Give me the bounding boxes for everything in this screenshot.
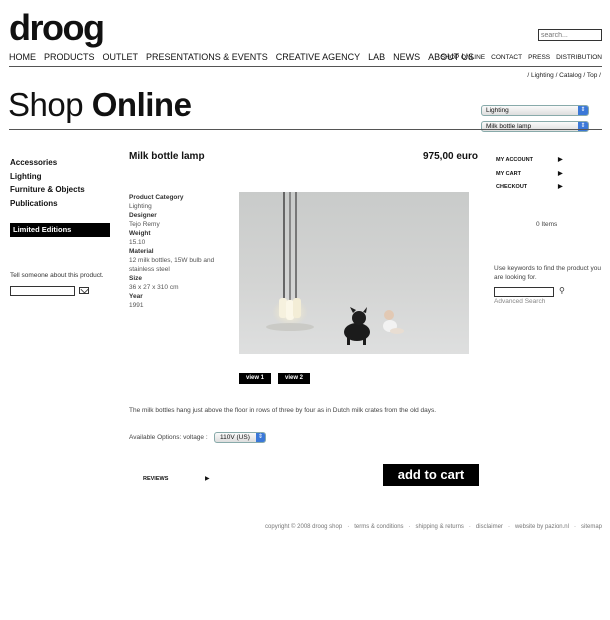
my-account-link[interactable]: MY ACCOUNT ▶ — [496, 154, 566, 168]
footer-separator: · — [347, 524, 350, 530]
page-title-bold: Online — [91, 86, 192, 123]
spec-label: Year — [129, 293, 143, 300]
tell-a-friend-label: Tell someone about this product. — [10, 272, 104, 279]
product-price: 975,00 euro — [423, 151, 479, 162]
nav-distribution[interactable]: DISTRIBUTION — [556, 54, 602, 61]
footer-copyright: copyright © 2008 droog shop — [265, 524, 343, 530]
category-furniture-objects[interactable]: Furniture & Objects — [10, 183, 85, 197]
product-photo[interactable] — [239, 192, 469, 354]
droog-logo[interactable]: droog — [9, 8, 105, 48]
main-nav: HOME PRODUCTS OUTLET PRESENTATIONS & EVE… — [9, 52, 482, 62]
nav-home[interactable]: HOME — [9, 52, 36, 62]
envelope-icon[interactable] — [79, 287, 89, 294]
spec-label: Size — [129, 275, 143, 282]
triangle-right-icon: ▶ — [558, 184, 563, 190]
category-select[interactable]: Lighting ⇕ — [481, 105, 589, 116]
spec-value: Lighting — [129, 203, 152, 210]
spec-label: Product Category — [129, 194, 184, 201]
nav-contact[interactable]: CONTACT — [491, 54, 522, 61]
nav-news[interactable]: NEWS — [393, 52, 420, 62]
nav-press[interactable]: PRESS — [528, 54, 550, 61]
page-title: Shop Online — [8, 86, 192, 124]
options-label: Available Options: voltage : — [129, 434, 208, 441]
nav-products[interactable]: PRODUCTS — [44, 52, 95, 62]
my-cart-link[interactable]: MY CART ▶ — [496, 168, 566, 182]
triangle-right-icon: ▶ — [558, 170, 563, 177]
spec-value: 12 milk bottles, 15W bulb and stainless … — [129, 257, 215, 273]
nav-creative-agency[interactable]: CREATIVE AGENCY — [276, 52, 360, 62]
search-input[interactable] — [538, 29, 602, 41]
footer-disclaimer-link[interactable]: disclaimer — [476, 524, 503, 530]
triangle-right-icon[interactable]: ▶ — [205, 475, 210, 482]
footer-separator: · — [573, 524, 576, 530]
nav-outlet[interactable]: OUTLET — [103, 52, 139, 62]
search-icon[interactable]: ⚲ — [559, 286, 565, 295]
reviews-toggle[interactable]: REVIEWS — [143, 476, 168, 482]
keyword-search-help: Use keywords to find the product you are… — [494, 265, 601, 281]
milk-bottle-lamp-photo — [266, 192, 404, 345]
my-account-label: MY ACCOUNT — [496, 157, 533, 163]
header-divider — [9, 66, 602, 67]
footer-terms-link[interactable]: terms & conditions — [354, 524, 403, 530]
category-lighting[interactable]: Lighting — [10, 170, 85, 184]
footer-separator: · — [507, 524, 510, 530]
category-nav: Accessories Lighting Furniture & Objects… — [10, 156, 85, 210]
keyword-search-input[interactable] — [494, 287, 554, 297]
voltage-select-value: 110V (US) — [220, 434, 250, 441]
product-specs: Product Category Lighting Designer Tejo … — [129, 193, 229, 310]
footer: copyright © 2008 droog shop · terms & cond… — [265, 524, 602, 530]
breadcrumb-catalog[interactable]: / Catalog — [556, 72, 582, 79]
title-divider — [9, 129, 602, 130]
spec-label: Weight — [129, 230, 151, 237]
category-publications[interactable]: Publications — [10, 197, 85, 211]
select-arrows-icon: ⇕ — [578, 106, 588, 115]
spec-value: 15.10 — [129, 239, 146, 246]
nav-shop-online[interactable]: SHOP ONLINE — [441, 54, 485, 61]
checkout-label: CHECKOUT — [496, 184, 528, 190]
breadcrumb-lighting[interactable]: / Lighting — [527, 72, 553, 79]
advanced-search-link[interactable]: Advanced Search — [494, 298, 545, 305]
page-title-light: Shop — [8, 86, 92, 123]
account-menu: MY ACCOUNT ▶ MY CART ▶ CHECKOUT ▶ — [496, 154, 566, 195]
view-2-button[interactable]: view 2 — [278, 373, 310, 384]
voltage-select[interactable]: 110V (US) ⇕ — [214, 432, 266, 443]
footer-separator: · — [408, 524, 411, 530]
footer-shipping-link[interactable]: shipping & returns — [416, 524, 464, 530]
footer-separator: · — [468, 524, 471, 530]
spec-label: Material — [129, 248, 154, 255]
cart-items-count: 0 Items — [536, 221, 558, 228]
spec-value: 36 x 27 x 310 cm — [129, 284, 179, 291]
add-to-cart-button[interactable]: add to cart — [383, 464, 479, 486]
nav-presentations-events[interactable]: PRESENTATIONS & EVENTS — [146, 52, 268, 62]
checkout-link[interactable]: CHECKOUT ▶ — [496, 181, 566, 195]
secondary-nav: SHOP ONLINE CONTACT PRESS DISTRIBUTION — [435, 54, 602, 61]
product-description: The milk bottles hang just above the flo… — [129, 407, 437, 414]
spec-value: 1991 — [129, 302, 144, 309]
triangle-right-icon: ▶ — [558, 157, 563, 163]
spec-label: Designer — [129, 212, 157, 219]
limited-editions-button[interactable]: Limited Editions — [10, 223, 110, 237]
product-select[interactable]: Milk bottle lamp ⇕ — [481, 121, 589, 132]
breadcrumb: / Lighting / Catalog / Top / — [527, 72, 601, 79]
footer-pazion-link[interactable]: website by pazion.nl — [515, 524, 569, 530]
category-select-value: Lighting — [486, 107, 509, 114]
view-1-button[interactable]: view 1 — [239, 373, 271, 384]
nav-lab[interactable]: LAB — [368, 52, 385, 62]
category-accessories[interactable]: Accessories — [10, 156, 85, 170]
breadcrumb-top[interactable]: / Top / — [583, 72, 601, 79]
spec-value: Tejo Remy — [129, 221, 160, 228]
product-name: Milk bottle lamp — [129, 151, 205, 162]
select-arrows-icon: ⇕ — [256, 433, 265, 442]
my-cart-label: MY CART — [496, 170, 521, 177]
tell-a-friend-input[interactable] — [10, 286, 75, 296]
footer-sitemap-link[interactable]: sitemap — [581, 524, 602, 530]
